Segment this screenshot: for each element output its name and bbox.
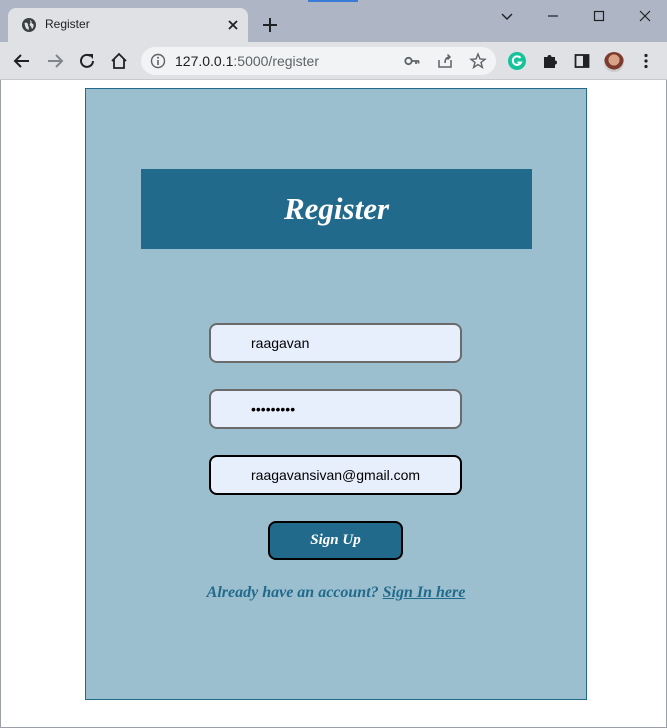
signin-prompt-text: Already have an account? bbox=[206, 584, 379, 601]
chevron-down-icon[interactable] bbox=[499, 8, 515, 24]
maximize-icon[interactable] bbox=[591, 8, 607, 24]
email-field[interactable] bbox=[209, 455, 462, 495]
more-menu-icon[interactable] bbox=[636, 51, 656, 71]
register-banner: Register bbox=[141, 169, 532, 249]
signin-prompt-line: Already have an account? Sign In here bbox=[86, 584, 586, 602]
page-viewport: Register Sign Up Already have an account… bbox=[0, 80, 667, 728]
new-tab-plus-icon[interactable] bbox=[261, 16, 279, 34]
site-info-icon[interactable] bbox=[150, 53, 166, 69]
close-window-icon[interactable] bbox=[637, 8, 653, 24]
password-field[interactable] bbox=[209, 389, 462, 429]
url-text[interactable]: 127.0.0.1:5000/register bbox=[175, 53, 319, 69]
minimize-icon[interactable] bbox=[545, 8, 561, 24]
sign-in-link[interactable]: Sign In here bbox=[383, 584, 466, 601]
username-field[interactable] bbox=[209, 323, 462, 363]
bookmark-star-icon[interactable] bbox=[469, 52, 487, 70]
home-icon[interactable] bbox=[109, 51, 129, 71]
extensions-puzzle-icon[interactable] bbox=[540, 51, 560, 71]
share-icon[interactable] bbox=[436, 52, 454, 70]
key-icon[interactable] bbox=[403, 52, 421, 70]
close-tab-icon[interactable] bbox=[225, 17, 241, 33]
register-card: Register Sign Up Already have an account… bbox=[85, 88, 587, 700]
tab-title: Register bbox=[45, 17, 90, 31]
reload-icon[interactable] bbox=[77, 51, 97, 71]
url-path: :5000/register bbox=[233, 53, 319, 69]
address-bar[interactable]: 127.0.0.1:5000/register bbox=[141, 47, 496, 75]
titlebar-accent-line bbox=[308, 0, 358, 2]
page-title: Register bbox=[283, 191, 390, 226]
browser-titlebar: Register bbox=[0, 0, 667, 42]
browser-toolbar: 127.0.0.1:5000/register bbox=[0, 42, 667, 80]
forward-arrow-icon[interactable] bbox=[45, 51, 65, 71]
globe-icon bbox=[22, 18, 36, 32]
profile-avatar[interactable] bbox=[604, 52, 624, 72]
url-host: 127.0.0.1 bbox=[175, 53, 234, 69]
back-arrow-icon[interactable] bbox=[12, 51, 32, 71]
browser-tab[interactable]: Register bbox=[8, 8, 248, 42]
sign-up-button[interactable]: Sign Up bbox=[268, 521, 403, 560]
side-panel-icon[interactable] bbox=[572, 51, 592, 71]
grammarly-icon[interactable] bbox=[507, 51, 527, 71]
